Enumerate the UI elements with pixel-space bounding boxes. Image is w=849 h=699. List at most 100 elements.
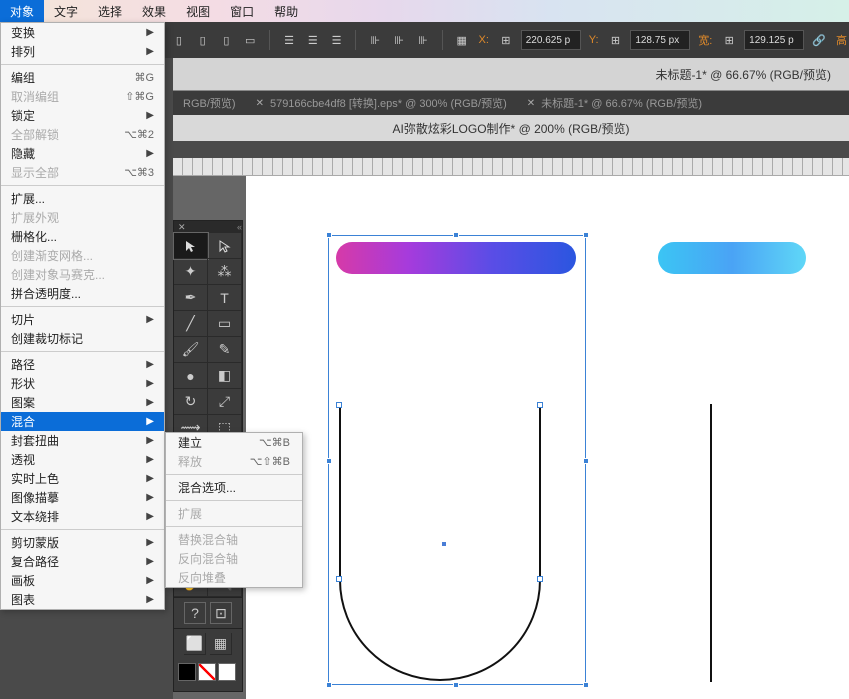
menu-window[interactable]: 窗口 xyxy=(220,0,264,23)
h-label: 高 xyxy=(834,32,849,48)
y-input[interactable] xyxy=(630,30,690,50)
handle-u-rb[interactable] xyxy=(537,576,543,582)
align-2-icon[interactable]: ☰ xyxy=(304,31,322,49)
rectangle-tool[interactable]: ▭ xyxy=(208,311,242,337)
menu-item-26[interactable]: 实时上色▶ xyxy=(1,469,164,488)
handle-tl[interactable] xyxy=(326,232,332,238)
menu-text[interactable]: 文字 xyxy=(44,0,88,23)
menu-item-0[interactable]: 变换▶ xyxy=(1,23,164,42)
handle-u-tl[interactable] xyxy=(336,402,342,408)
handle-bm[interactable] xyxy=(453,682,459,688)
menu-item-23[interactable]: 混合▶ xyxy=(1,412,164,431)
menu-item-10[interactable]: 扩展... xyxy=(1,189,164,208)
menu-item-12[interactable]: 栅格化... xyxy=(1,227,164,246)
handle-u-tr[interactable] xyxy=(537,402,543,408)
tab-3-close-icon[interactable]: ✕ xyxy=(527,98,535,109)
menu-object[interactable]: 对象 xyxy=(0,0,44,23)
center-handle[interactable] xyxy=(441,541,447,547)
vertical-line[interactable] xyxy=(710,404,712,682)
ruler-horizontal[interactable] xyxy=(173,158,849,176)
type-tool[interactable]: T xyxy=(208,285,242,311)
none-swatch[interactable] xyxy=(218,663,236,681)
scale-tool[interactable]: ⤢ xyxy=(208,389,242,415)
menu-view[interactable]: 视图 xyxy=(176,0,220,23)
menu-item-3[interactable]: 编组⌘G xyxy=(1,68,164,87)
rotate-tool[interactable]: ↻ xyxy=(174,389,208,415)
menu-select[interactable]: 选择 xyxy=(88,0,132,23)
distribute-2-icon[interactable]: ⊪ xyxy=(390,31,408,49)
menu-item-17[interactable]: 切片▶ xyxy=(1,310,164,329)
menu-item-32[interactable]: 画板▶ xyxy=(1,571,164,590)
menu-item-15[interactable]: 拼合透明度... xyxy=(1,284,164,303)
align-1-icon[interactable]: ☰ xyxy=(280,31,298,49)
window-title: 未标题-1* @ 66.67% (RGB/预览) xyxy=(655,66,831,83)
blob-tool[interactable]: ● xyxy=(174,363,208,389)
pencil-tool[interactable]: ✎ xyxy=(208,337,242,363)
menu-item-28[interactable]: 文本绕排▶ xyxy=(1,507,164,526)
submenu-item-0[interactable]: 建立⌥⌘B xyxy=(166,433,302,452)
tab-2[interactable]: ✕ 579166cbe4df8 [转换].eps* @ 300% (RGB/预览… xyxy=(246,91,517,115)
stroke-swatch[interactable] xyxy=(198,663,216,681)
tab-3[interactable]: ✕ 未标题-1* @ 66.67% (RGB/预览) xyxy=(517,91,712,115)
pen-tool[interactable]: ✒ xyxy=(174,285,208,311)
help-tool[interactable]: ? xyxy=(184,602,206,624)
menu-help[interactable]: 帮助 xyxy=(264,0,308,23)
screen-mode-1[interactable]: ⬜ xyxy=(184,633,206,655)
align-center-h-icon[interactable]: ▯ xyxy=(194,31,212,49)
menu-item-7[interactable]: 隐藏▶ xyxy=(1,144,164,163)
w-link-icon[interactable]: ⊞ xyxy=(720,31,738,49)
tab-1[interactable]: RGB/预览) xyxy=(173,91,246,115)
menu-item-27[interactable]: 图像描摹▶ xyxy=(1,488,164,507)
handle-tr[interactable] xyxy=(583,232,589,238)
handle-ml[interactable] xyxy=(326,458,332,464)
distribute-3-icon[interactable]: ⊪ xyxy=(414,31,432,49)
tools-close-icon[interactable]: ✕ xyxy=(178,222,186,233)
align-top-icon[interactable]: ▭ xyxy=(241,31,259,49)
menu-item-1[interactable]: 排列▶ xyxy=(1,42,164,61)
menu-item-33[interactable]: 图表▶ xyxy=(1,590,164,609)
screen-mode-2[interactable]: ▦ xyxy=(210,633,232,655)
x-link-icon[interactable]: ⊞ xyxy=(497,31,515,49)
brush-tool[interactable]: 🖌 xyxy=(174,337,208,363)
direct-select-tool[interactable] xyxy=(208,233,242,259)
selection-tool[interactable] xyxy=(174,233,208,259)
magic-wand-tool[interactable]: ✦ xyxy=(174,259,208,285)
align-3-icon[interactable]: ☰ xyxy=(328,31,346,49)
menu-effect[interactable]: 效果 xyxy=(132,0,176,23)
link-icon[interactable]: 🔗 xyxy=(810,31,828,49)
handle-tm[interactable] xyxy=(453,232,459,238)
tools-panel-header[interactable]: ✕« xyxy=(174,221,242,233)
menu-item-13: 创建渐变网格... xyxy=(1,246,164,265)
fill-swatch[interactable] xyxy=(178,663,196,681)
canvas[interactable] xyxy=(246,176,849,699)
menu-item-18[interactable]: 创建裁切标记 xyxy=(1,329,164,348)
menu-item-20[interactable]: 路径▶ xyxy=(1,355,164,374)
submenu-item-3[interactable]: 混合选项... xyxy=(166,478,302,497)
y-link-icon[interactable]: ⊞ xyxy=(607,31,625,49)
lasso-tool[interactable]: ⁂ xyxy=(208,259,242,285)
tab-2-close-icon[interactable]: ✕ xyxy=(256,98,264,109)
handle-mr[interactable] xyxy=(583,458,589,464)
align-left-icon[interactable]: ▯ xyxy=(170,31,188,49)
menu-item-24[interactable]: 封套扭曲▶ xyxy=(1,431,164,450)
w-input[interactable] xyxy=(744,30,804,50)
gradient-pill-2[interactable] xyxy=(658,242,806,274)
menu-item-25[interactable]: 透视▶ xyxy=(1,450,164,469)
gradient-pill-1[interactable] xyxy=(336,242,576,274)
handle-br[interactable] xyxy=(583,682,589,688)
menu-item-5[interactable]: 锁定▶ xyxy=(1,106,164,125)
menu-item-31[interactable]: 复合路径▶ xyxy=(1,552,164,571)
menu-item-21[interactable]: 形状▶ xyxy=(1,374,164,393)
distribute-1-icon[interactable]: ⊪ xyxy=(366,31,384,49)
x-input[interactable] xyxy=(521,30,581,50)
menu-item-22[interactable]: 图案▶ xyxy=(1,393,164,412)
grid-icon[interactable]: ▦ xyxy=(453,31,471,49)
line-tool[interactable]: ╱ xyxy=(174,311,208,337)
eraser-tool[interactable]: ◧ xyxy=(208,363,242,389)
u-shape-path[interactable] xyxy=(338,404,542,682)
align-right-icon[interactable]: ▯ xyxy=(218,31,236,49)
menu-item-30[interactable]: 剪切蒙版▶ xyxy=(1,533,164,552)
misc-tool[interactable]: ⊡ xyxy=(210,602,232,624)
handle-bl[interactable] xyxy=(326,682,332,688)
handle-u-lb[interactable] xyxy=(336,576,342,582)
